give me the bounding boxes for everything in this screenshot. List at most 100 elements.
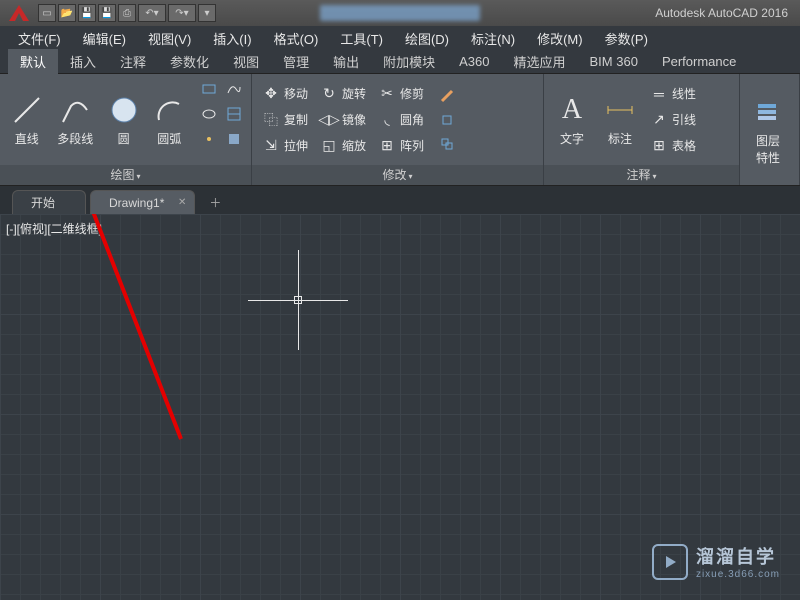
viewport-label[interactable]: [-][俯视][二维线框] xyxy=(6,220,102,237)
mirror-button[interactable]: ◁▷镜像 xyxy=(316,108,370,132)
ribbon-tab-addins[interactable]: 附加模块 xyxy=(371,49,447,74)
qat-save-icon[interactable]: 💾 xyxy=(78,4,96,22)
panel-draw: 直线 多段线 圆 圆弧 绘图 xyxy=(0,74,252,185)
menu-dimension[interactable]: 标注(N) xyxy=(461,27,525,50)
file-tab-drawing1-label: Drawing1* xyxy=(109,196,164,210)
text-button[interactable]: A 文字 xyxy=(550,78,594,161)
fillet-icon: ◟ xyxy=(378,111,396,129)
watermark-play-icon xyxy=(652,544,688,580)
quick-access-toolbar: ▭ 📂 💾 💾 ⎙ ↶▾ ↷▾ ▾ xyxy=(38,4,216,22)
file-tab-start[interactable]: 开始 xyxy=(12,190,86,214)
region-icon[interactable] xyxy=(223,128,245,150)
erase-icon[interactable] xyxy=(436,85,458,107)
layer-label-1: 图层 xyxy=(756,132,780,149)
layer-props-button[interactable]: 图层 特性 xyxy=(746,78,790,181)
menu-draw[interactable]: 绘图(D) xyxy=(395,27,459,50)
mirror-icon: ◁▷ xyxy=(320,111,338,129)
copy-icon: ⿻ xyxy=(262,111,280,129)
panel-modify: ✥移动 ⿻复制 ⇲拉伸 ↻旋转 ◁▷镜像 ◱缩放 ✂修剪 ◟圆角 ⊞阵列 修改 xyxy=(252,74,544,185)
ribbon-tab-view[interactable]: 视图 xyxy=(221,49,271,74)
drawing-canvas[interactable]: [-][俯视][二维线框] 溜溜自学 zixue.3d66.com xyxy=(0,214,800,600)
ribbon-tab-featured[interactable]: 精选应用 xyxy=(502,49,578,74)
menu-params[interactable]: 参数(P) xyxy=(595,27,658,50)
app-logo[interactable] xyxy=(4,0,34,26)
mirror-label: 镜像 xyxy=(342,111,366,128)
line-button[interactable]: 直线 xyxy=(6,78,48,161)
ribbon-tab-perf[interactable]: Performance xyxy=(650,51,748,72)
panel-modify-label[interactable]: 修改 xyxy=(252,165,543,185)
qat-more-icon[interactable]: ▾ xyxy=(198,4,216,22)
point-icon[interactable] xyxy=(198,128,220,150)
copy-label: 复制 xyxy=(284,111,308,128)
file-tab-start-label: 开始 xyxy=(31,194,55,211)
ribbon-tab-manage[interactable]: 管理 xyxy=(271,49,321,74)
fillet-button[interactable]: ◟圆角 xyxy=(374,108,428,132)
linetype-button[interactable]: ═线性 xyxy=(646,82,700,106)
dim-button[interactable]: 标注 xyxy=(598,78,642,161)
menu-file[interactable]: 文件(F) xyxy=(8,27,71,50)
layer-label-2: 特性 xyxy=(756,149,780,166)
line-icon xyxy=(9,92,45,128)
panel-layers: 图层 特性 xyxy=(740,74,800,185)
stretch-icon: ⇲ xyxy=(262,137,280,155)
watermark: 溜溜自学 zixue.3d66.com xyxy=(652,543,780,580)
explode-icon[interactable] xyxy=(436,109,458,131)
table-icon: ⊞ xyxy=(650,137,668,155)
rect-icon[interactable] xyxy=(198,78,220,100)
ribbon-tab-param[interactable]: 参数化 xyxy=(158,49,221,74)
ribbon-tab-output[interactable]: 输出 xyxy=(321,49,371,74)
ellipse-icon[interactable] xyxy=(198,103,220,125)
leader-label: 引线 xyxy=(672,111,696,128)
circle-button[interactable]: 圆 xyxy=(103,78,145,161)
trim-label: 修剪 xyxy=(400,85,424,102)
ribbon: 直线 多段线 圆 圆弧 绘图 xyxy=(0,74,800,186)
trim-icon: ✂ xyxy=(378,85,396,103)
polyline-button[interactable]: 多段线 xyxy=(52,78,99,161)
qat-saveas-icon[interactable]: 💾 xyxy=(98,4,116,22)
copy-button[interactable]: ⿻复制 xyxy=(258,108,312,132)
arc-icon xyxy=(151,92,187,128)
qat-undo-icon[interactable]: ↶▾ xyxy=(138,4,166,22)
leader-icon: ↗ xyxy=(650,111,668,129)
trim-button[interactable]: ✂修剪 xyxy=(374,82,428,106)
rotate-button[interactable]: ↻旋转 xyxy=(316,82,370,106)
menu-modify[interactable]: 修改(M) xyxy=(527,27,593,50)
arc-button[interactable]: 圆弧 xyxy=(148,78,190,161)
fillet-label: 圆角 xyxy=(400,111,424,128)
leader-button[interactable]: ↗引线 xyxy=(646,108,700,132)
ribbon-tab-default[interactable]: 默认 xyxy=(8,49,58,74)
qat-redo-icon[interactable]: ↷▾ xyxy=(168,4,196,22)
array-icon: ⊞ xyxy=(378,137,396,155)
rotate-label: 旋转 xyxy=(342,85,366,102)
menu-insert[interactable]: 插入(I) xyxy=(203,27,261,50)
move-button[interactable]: ✥移动 xyxy=(258,82,312,106)
circle-label: 圆 xyxy=(118,130,130,147)
qat-print-icon[interactable]: ⎙ xyxy=(118,4,136,22)
menu-format[interactable]: 格式(O) xyxy=(264,27,329,50)
stretch-button[interactable]: ⇲拉伸 xyxy=(258,134,312,158)
arc-label: 圆弧 xyxy=(157,130,181,147)
panel-annotation-label[interactable]: 注释 xyxy=(544,165,739,185)
offset-icon[interactable] xyxy=(436,133,458,155)
close-icon[interactable]: ✕ xyxy=(178,197,186,208)
table-button[interactable]: ⊞表格 xyxy=(646,134,700,158)
scale-button[interactable]: ◱缩放 xyxy=(316,134,370,158)
ribbon-tab-bim360[interactable]: BIM 360 xyxy=(578,51,650,72)
menu-tools[interactable]: 工具(T) xyxy=(330,27,393,50)
file-tab-drawing1[interactable]: Drawing1* ✕ xyxy=(90,190,195,214)
hatch-icon[interactable] xyxy=(223,103,245,125)
ribbon-tab-annotate[interactable]: 注释 xyxy=(108,49,158,74)
new-tab-button[interactable]: ＋ xyxy=(205,192,225,212)
ribbon-tabs: 默认 插入 注释 参数化 视图 管理 输出 附加模块 A360 精选应用 BIM… xyxy=(0,50,800,74)
spline-icon[interactable] xyxy=(223,78,245,100)
qat-new-icon[interactable]: ▭ xyxy=(38,4,56,22)
title-center xyxy=(320,5,480,21)
qat-open-icon[interactable]: 📂 xyxy=(58,4,76,22)
ribbon-tab-insert[interactable]: 插入 xyxy=(58,49,108,74)
menu-edit[interactable]: 编辑(E) xyxy=(73,27,136,50)
app-title: Autodesk AutoCAD 2016 xyxy=(655,6,796,20)
ribbon-tab-a360[interactable]: A360 xyxy=(447,51,501,72)
array-button[interactable]: ⊞阵列 xyxy=(374,134,428,158)
menu-view[interactable]: 视图(V) xyxy=(138,27,201,50)
panel-draw-label[interactable]: 绘图 xyxy=(0,165,251,185)
